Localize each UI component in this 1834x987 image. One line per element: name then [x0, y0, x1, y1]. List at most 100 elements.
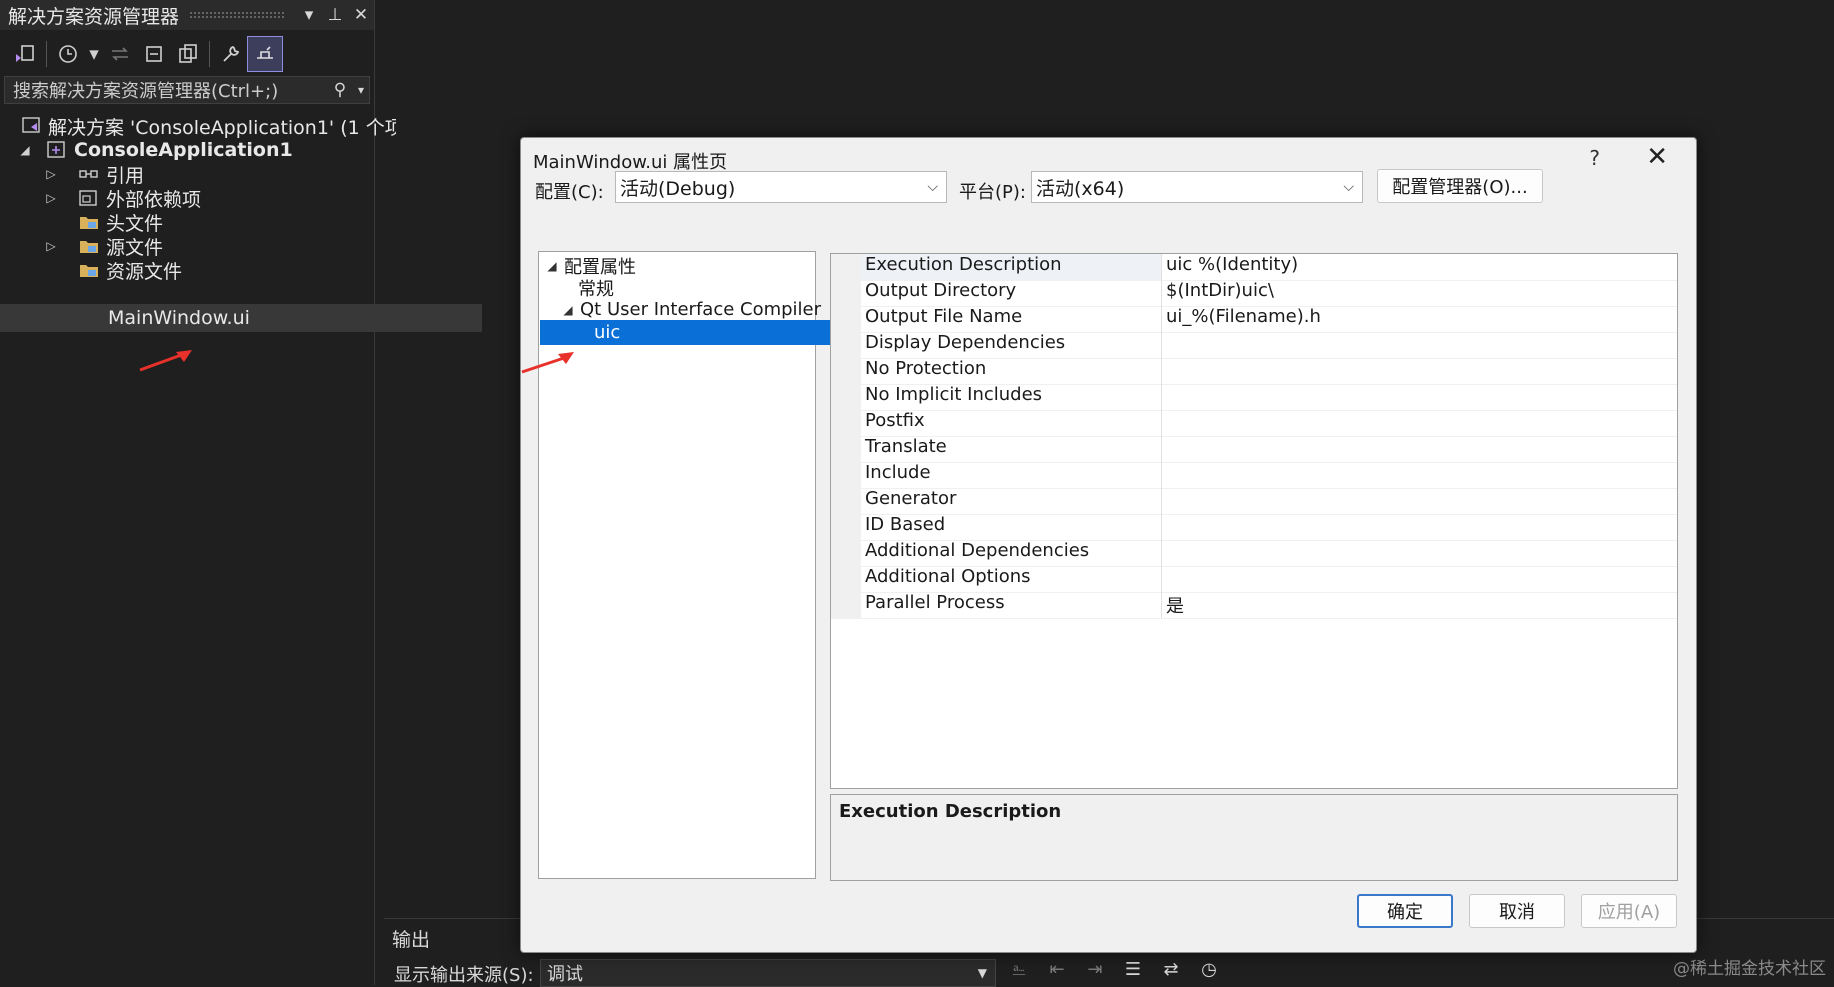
- next-message-icon[interactable]: ⇥: [1080, 959, 1110, 980]
- pending-changes-button[interactable]: [51, 37, 85, 71]
- solution-explorer-toolbar: ▾: [0, 34, 374, 74]
- platform-select[interactable]: 活动(x64) ⌵: [1031, 171, 1363, 203]
- property-name: Additional Options: [861, 566, 1162, 592]
- close-icon[interactable]: ✕: [1646, 142, 1668, 172]
- expanded-caret-icon[interactable]: ◢: [562, 303, 574, 317]
- search-icon[interactable]: ⚲: [327, 80, 353, 100]
- collapse-all-button[interactable]: [137, 37, 171, 71]
- apply-button[interactable]: 应用(A): [1581, 894, 1677, 928]
- references-icon: [78, 164, 100, 184]
- property-row[interactable]: Include: [831, 462, 1677, 489]
- search-input[interactable]: 搜索解决方案资源管理器(Ctrl+;): [5, 77, 327, 103]
- property-name: Postfix: [861, 410, 1162, 436]
- property-value[interactable]: [1162, 332, 1677, 358]
- expanded-caret-icon[interactable]: ◢: [18, 143, 32, 157]
- property-row[interactable]: Output File Name ui_%(Filename).h: [831, 306, 1677, 333]
- chevron-down-icon: ▼: [977, 966, 987, 980]
- property-value[interactable]: $(IntDir)uic\: [1162, 280, 1677, 306]
- external-deps-icon: [78, 188, 100, 208]
- property-value[interactable]: [1162, 462, 1677, 488]
- property-name: Output Directory: [861, 280, 1162, 306]
- property-value[interactable]: [1162, 410, 1677, 436]
- config-manager-button[interactable]: 配置管理器(O)...: [1377, 169, 1543, 203]
- property-row[interactable]: Additional Options: [831, 566, 1677, 593]
- output-toolbar: ⎁ ⇤ ⇥ ☰ ⇄ ◷: [1004, 959, 1224, 980]
- property-name: No Protection: [861, 358, 1162, 384]
- property-row[interactable]: Execution Description uic %(Identity): [831, 254, 1677, 281]
- property-value[interactable]: uic %(Identity): [1162, 254, 1677, 280]
- platform-value: 活动(x64): [1036, 177, 1125, 200]
- titlebar-grip[interactable]: [189, 11, 286, 19]
- property-row[interactable]: ID Based: [831, 514, 1677, 541]
- tree-item-qt-uic[interactable]: ◢ Qt User Interface Compiler: [540, 297, 836, 322]
- expanded-caret-icon[interactable]: ◢: [546, 259, 558, 273]
- ok-button[interactable]: 确定: [1357, 894, 1453, 928]
- tree-item-resource-files[interactable]: 资源文件: [0, 256, 452, 284]
- collapsed-caret-icon[interactable]: ▷: [44, 191, 58, 205]
- prev-message-icon[interactable]: ⇤: [1042, 959, 1072, 980]
- preview-icon: [257, 46, 273, 59]
- solution-explorer-panel: 解决方案资源管理器 ▾ ⊥ ✕ ▾ 搜索解决方案资源管理器(Ctrl+;) ⚲ …: [0, 0, 482, 985]
- property-value[interactable]: 是: [1162, 592, 1677, 618]
- sync-button[interactable]: [103, 37, 137, 71]
- property-value[interactable]: [1162, 436, 1677, 462]
- close-icon[interactable]: ✕: [348, 5, 374, 25]
- row-gutter: [831, 384, 861, 410]
- config-select[interactable]: 活动(Debug) ⌵: [615, 171, 947, 203]
- property-row[interactable]: Output Directory $(IntDir)uic\: [831, 280, 1677, 307]
- property-row[interactable]: Additional Dependencies: [831, 540, 1677, 567]
- word-wrap-icon[interactable]: ⇄: [1156, 959, 1186, 980]
- tree-item-label: Qt User Interface Compiler: [580, 299, 822, 320]
- row-gutter: [831, 462, 861, 488]
- cancel-button[interactable]: 取消: [1469, 894, 1565, 928]
- property-value[interactable]: [1162, 540, 1677, 566]
- property-value[interactable]: [1162, 384, 1677, 410]
- tree-item-uic[interactable]: uic: [540, 320, 868, 345]
- preview-selected-button[interactable]: [247, 36, 283, 72]
- properties-button[interactable]: [214, 37, 248, 71]
- tree-item-mainwindow-ui[interactable]: MainWindow.ui: [0, 304, 482, 332]
- solution-search-box[interactable]: 搜索解决方案资源管理器(Ctrl+;) ⚲ ▾: [4, 76, 370, 104]
- search-options-dropdown-icon[interactable]: ▾: [353, 83, 369, 97]
- output-source-select[interactable]: 调试 ▼: [540, 959, 996, 987]
- clear-all-icon[interactable]: ☰: [1118, 959, 1148, 980]
- pending-dropdown-icon[interactable]: ▾: [85, 37, 103, 71]
- timestamp-clock-icon[interactable]: ◷: [1194, 959, 1224, 980]
- row-gutter: [831, 592, 861, 618]
- collapsed-caret-icon[interactable]: ▷: [44, 167, 58, 181]
- goto-location-icon[interactable]: ⎁: [1004, 959, 1034, 980]
- property-value[interactable]: [1162, 488, 1677, 514]
- config-category-tree: ◢ 配置属性 常规 ◢ Qt User Interface Compiler u…: [538, 251, 868, 879]
- dropdown-arrow-icon[interactable]: ▾: [296, 5, 322, 25]
- pin-icon[interactable]: ⊥: [322, 5, 348, 25]
- toolbar-separator: [46, 41, 47, 67]
- property-value[interactable]: [1162, 566, 1677, 592]
- solution-icon: [22, 116, 42, 136]
- row-gutter: [831, 514, 861, 540]
- property-row[interactable]: Display Dependencies: [831, 332, 1677, 359]
- property-value[interactable]: [1162, 514, 1677, 540]
- show-all-files-button[interactable]: [171, 37, 205, 71]
- property-value[interactable]: [1162, 358, 1677, 384]
- switch-views-button[interactable]: [8, 37, 42, 71]
- property-value[interactable]: ui_%(Filename).h: [1162, 306, 1677, 332]
- wrench-icon: [223, 45, 240, 62]
- property-name: Additional Dependencies: [861, 540, 1162, 566]
- tree-item-label: ConsoleApplication1: [74, 139, 293, 161]
- row-gutter: [831, 332, 861, 358]
- help-button[interactable]: ?: [1589, 146, 1600, 170]
- chevron-down-icon: ⌵: [927, 179, 938, 195]
- property-name: Output File Name: [861, 306, 1162, 332]
- panel-title: 解决方案资源管理器: [8, 5, 180, 28]
- property-row[interactable]: Translate: [831, 436, 1677, 463]
- property-row[interactable]: Postfix: [831, 410, 1677, 437]
- output-source-value: 调试: [547, 964, 583, 985]
- property-row[interactable]: No Protection: [831, 358, 1677, 385]
- property-row[interactable]: Parallel Process 是: [831, 592, 1677, 619]
- property-row[interactable]: Generator: [831, 488, 1677, 515]
- chevron-down-icon: ⌵: [1343, 179, 1354, 195]
- row-gutter: [831, 566, 861, 592]
- collapsed-caret-icon[interactable]: ▷: [44, 239, 58, 253]
- property-row[interactable]: No Implicit Includes: [831, 384, 1677, 411]
- collapse-all-icon: [146, 46, 162, 62]
